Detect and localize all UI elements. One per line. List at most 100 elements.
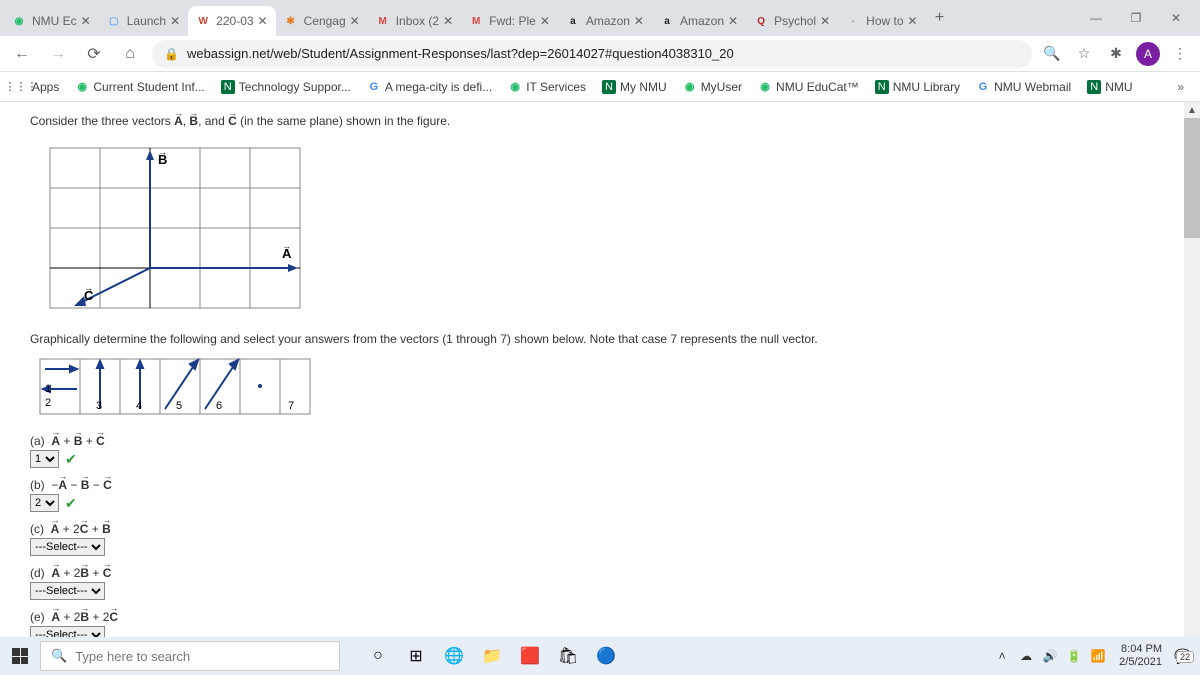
tray-chevron-icon[interactable]: ˄ — [993, 647, 1011, 665]
taskbar-search-input[interactable]: 🔍 Type here to search — [40, 641, 340, 671]
tab-favicon: · — [846, 14, 860, 28]
bookmark-item[interactable]: G A mega-city is defi... — [361, 76, 498, 98]
svg-text:6: 6 — [216, 400, 222, 412]
tab-close-icon[interactable]: ✕ — [540, 14, 550, 28]
bookmark-label: NMU Library — [893, 80, 960, 94]
bookmark-item[interactable]: ◉MyUser — [677, 76, 748, 98]
tab-close-icon[interactable]: ✕ — [908, 14, 918, 28]
reload-button[interactable]: ⟳ — [80, 40, 108, 68]
file-explorer-icon[interactable]: 📁 — [474, 637, 510, 675]
correct-check-icon: ✔ — [65, 451, 77, 468]
bookmark-label: Apps — [32, 80, 59, 94]
browser-tab[interactable]: ▢Launch✕ — [99, 6, 188, 36]
bookmark-item[interactable]: ◉ IT Services — [502, 76, 592, 98]
battery-icon[interactable]: 🔋 — [1065, 647, 1083, 665]
bookmark-label: A mega-city is defi... — [385, 80, 492, 94]
tab-close-icon[interactable]: ✕ — [350, 14, 360, 28]
vertical-scrollbar[interactable]: ▲ — [1184, 102, 1200, 637]
svg-text:7: 7 — [288, 400, 294, 412]
zoom-icon[interactable]: 🔍 — [1040, 42, 1064, 66]
address-bar: ← → ⟳ ⌂ 🔒 webassign.net/web/Student/Assi… — [0, 36, 1200, 72]
cortana-icon[interactable]: ○ — [360, 637, 396, 675]
bookmarks-overflow[interactable]: » — [1169, 80, 1192, 94]
tab-close-icon[interactable]: ✕ — [258, 14, 268, 28]
browser-tab[interactable]: aAmazon✕ — [652, 6, 746, 36]
tab-favicon: M — [469, 14, 483, 28]
browser-tab[interactable]: ✱Cengag✕ — [276, 6, 368, 36]
answer-select[interactable]: 2 — [30, 494, 59, 512]
page-content: Consider the three vectors A→, B→, and C… — [0, 102, 1200, 637]
action-center-icon[interactable]: 💬22 — [1174, 647, 1192, 665]
browser-tab[interactable]: W 220-03 ✕ — [188, 6, 275, 36]
svg-text:5: 5 — [176, 400, 182, 412]
bookmark-star-icon[interactable]: ☆ — [1072, 42, 1096, 66]
tab-close-icon[interactable]: ✕ — [634, 14, 644, 28]
task-view-icon[interactable]: ⊞ — [398, 637, 434, 675]
home-button[interactable]: ⌂ — [116, 40, 144, 68]
start-button[interactable] — [0, 637, 40, 675]
browser-tab[interactable]: MInbox (2✕ — [368, 6, 461, 36]
bookmark-item[interactable]: NTechnology Suppor... — [215, 76, 357, 98]
answer-select[interactable]: ---Select--- — [30, 626, 105, 637]
bookmark-label: IT Services — [526, 80, 586, 94]
browser-tab[interactable]: aAmazon✕ — [558, 6, 652, 36]
tab-close-icon[interactable]: ✕ — [443, 14, 453, 28]
answer-select[interactable]: ---Select--- — [30, 582, 105, 600]
vector-options-figure: 12 34 56 7 — [30, 354, 320, 424]
question-label: (b) −A→ − B→ − C→ — [30, 478, 1170, 492]
bookmark-label: Current Student Inf... — [93, 80, 204, 94]
url-input[interactable]: 🔒 webassign.net/web/Student/Assignment-R… — [152, 40, 1032, 68]
bookmark-item[interactable]: NNMU — [1081, 76, 1138, 98]
answer-select[interactable]: 1 — [30, 450, 59, 468]
tab-label: Launch — [127, 14, 166, 28]
tab-close-icon[interactable]: ✕ — [170, 14, 180, 28]
bookmark-favicon: ◉ — [508, 80, 522, 94]
maximize-button[interactable]: ❐ — [1116, 0, 1156, 36]
onedrive-icon[interactable]: ☁ — [1017, 647, 1035, 665]
new-tab-button[interactable]: + — [926, 4, 954, 32]
bookmark-favicon: N — [221, 80, 235, 94]
browser-tab[interactable]: ·How to✕ — [838, 6, 925, 36]
scroll-up-arrow[interactable]: ▲ — [1184, 102, 1200, 118]
bookmark-favicon: G — [367, 80, 381, 94]
scroll-thumb[interactable] — [1184, 118, 1200, 238]
close-window-button[interactable]: ✕ — [1156, 0, 1196, 36]
app-icon-1[interactable]: 🟥 — [512, 637, 548, 675]
bookmark-favicon: G — [976, 80, 990, 94]
bookmark-item[interactable]: ◉Current Student Inf... — [69, 76, 210, 98]
bookmark-item[interactable]: NNMU Library — [869, 76, 966, 98]
bookmark-item[interactable]: ◉NMU EduCat™ — [752, 76, 865, 98]
browser-tab[interactable]: ◉NMU Ec✕ — [4, 6, 99, 36]
volume-icon[interactable]: 🔊 — [1041, 647, 1059, 665]
lock-icon: 🔒 — [164, 47, 179, 61]
tab-close-icon[interactable]: ✕ — [728, 14, 738, 28]
browser-tab[interactable]: QPsychol✕ — [746, 6, 838, 36]
tab-label: 220-03 — [216, 14, 253, 28]
windows-taskbar: 🔍 Type here to search ○ ⊞ 🌐 📁 🟥 🛍 🔵 ˄ ☁ … — [0, 637, 1200, 675]
tab-label: Inbox (2 — [396, 14, 439, 28]
tab-favicon: ✱ — [284, 14, 298, 28]
taskbar-clock[interactable]: 8:04 PM 2/5/2021 — [1113, 643, 1168, 669]
question-row: (d) A→ + 2B→ + C→---Select--- — [30, 566, 1170, 600]
svg-text:2: 2 — [45, 397, 51, 409]
store-icon[interactable]: 🛍 — [550, 637, 586, 675]
chrome-icon[interactable]: 🔵 — [588, 637, 624, 675]
minimize-button[interactable]: — — [1076, 0, 1116, 36]
bookmark-item[interactable]: NMy NMU — [596, 76, 673, 98]
menu-button[interactable]: ⋮ — [1168, 42, 1192, 66]
bookmark-item[interactable]: ⋮⋮⋮Apps — [8, 76, 65, 98]
tab-favicon: W — [196, 14, 210, 28]
tab-close-icon[interactable]: ✕ — [81, 14, 91, 28]
browser-tab[interactable]: MFwd: Ple✕ — [461, 6, 558, 36]
edge-icon[interactable]: 🌐 — [436, 637, 472, 675]
wifi-icon[interactable]: 📶 — [1089, 647, 1107, 665]
question-label: (c) A→ + 2C→ + B→ — [30, 522, 1170, 536]
profile-avatar[interactable]: A — [1136, 42, 1160, 66]
back-button[interactable]: ← — [8, 40, 36, 68]
forward-button[interactable]: → — [44, 40, 72, 68]
bookmark-favicon: N — [1087, 80, 1101, 94]
bookmark-item[interactable]: GNMU Webmail — [970, 76, 1077, 98]
extensions-icon[interactable]: ✱ — [1104, 42, 1128, 66]
answer-select[interactable]: ---Select--- — [30, 538, 105, 556]
tab-close-icon[interactable]: ✕ — [820, 14, 830, 28]
